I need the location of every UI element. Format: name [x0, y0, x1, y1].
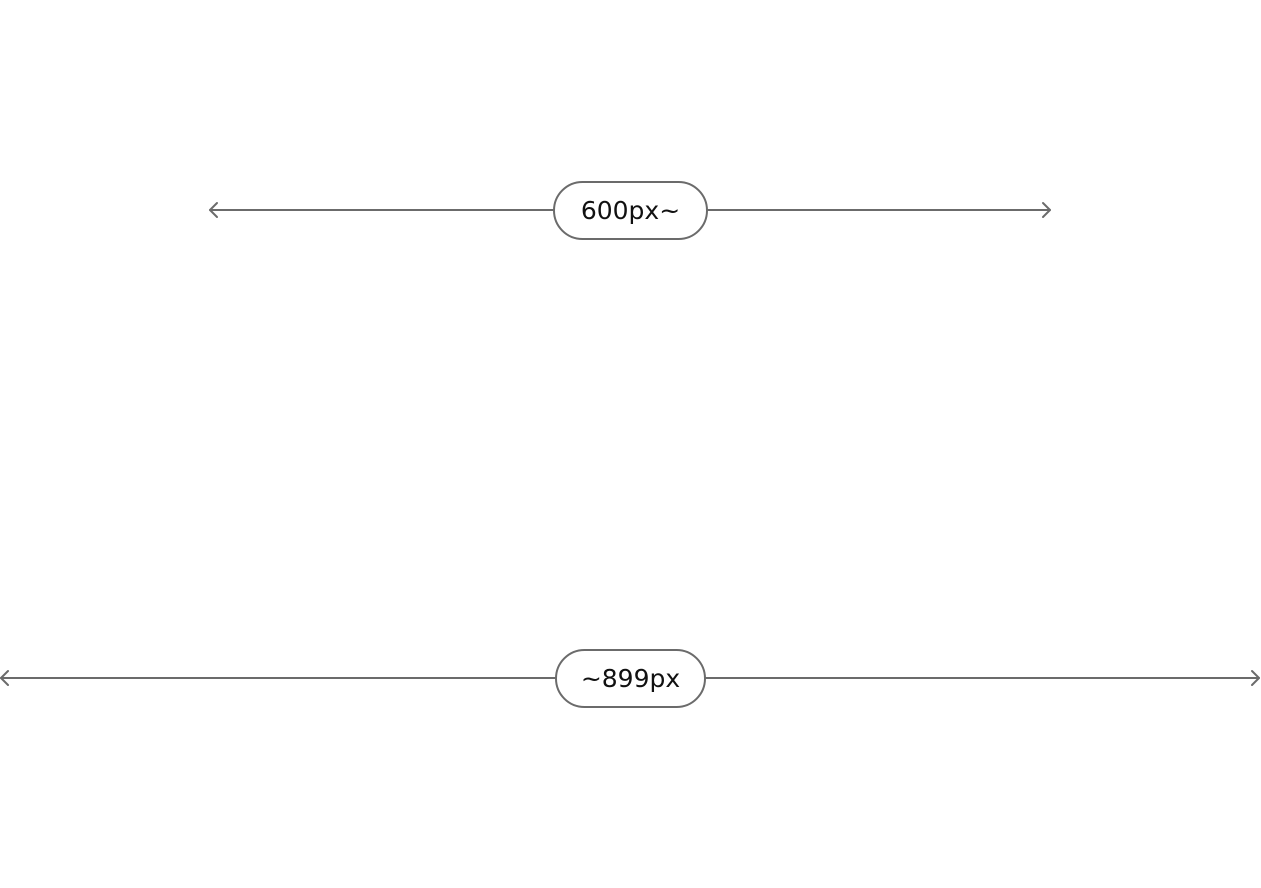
top-measurement-label: 600px~: [553, 181, 708, 240]
top-measurement-text: 600px~: [580, 196, 681, 225]
bottom-measurement-text: ~899px: [580, 664, 681, 693]
bottom-measurement-label: ~899px: [555, 649, 706, 708]
dimension-lines: [0, 202, 1260, 686]
